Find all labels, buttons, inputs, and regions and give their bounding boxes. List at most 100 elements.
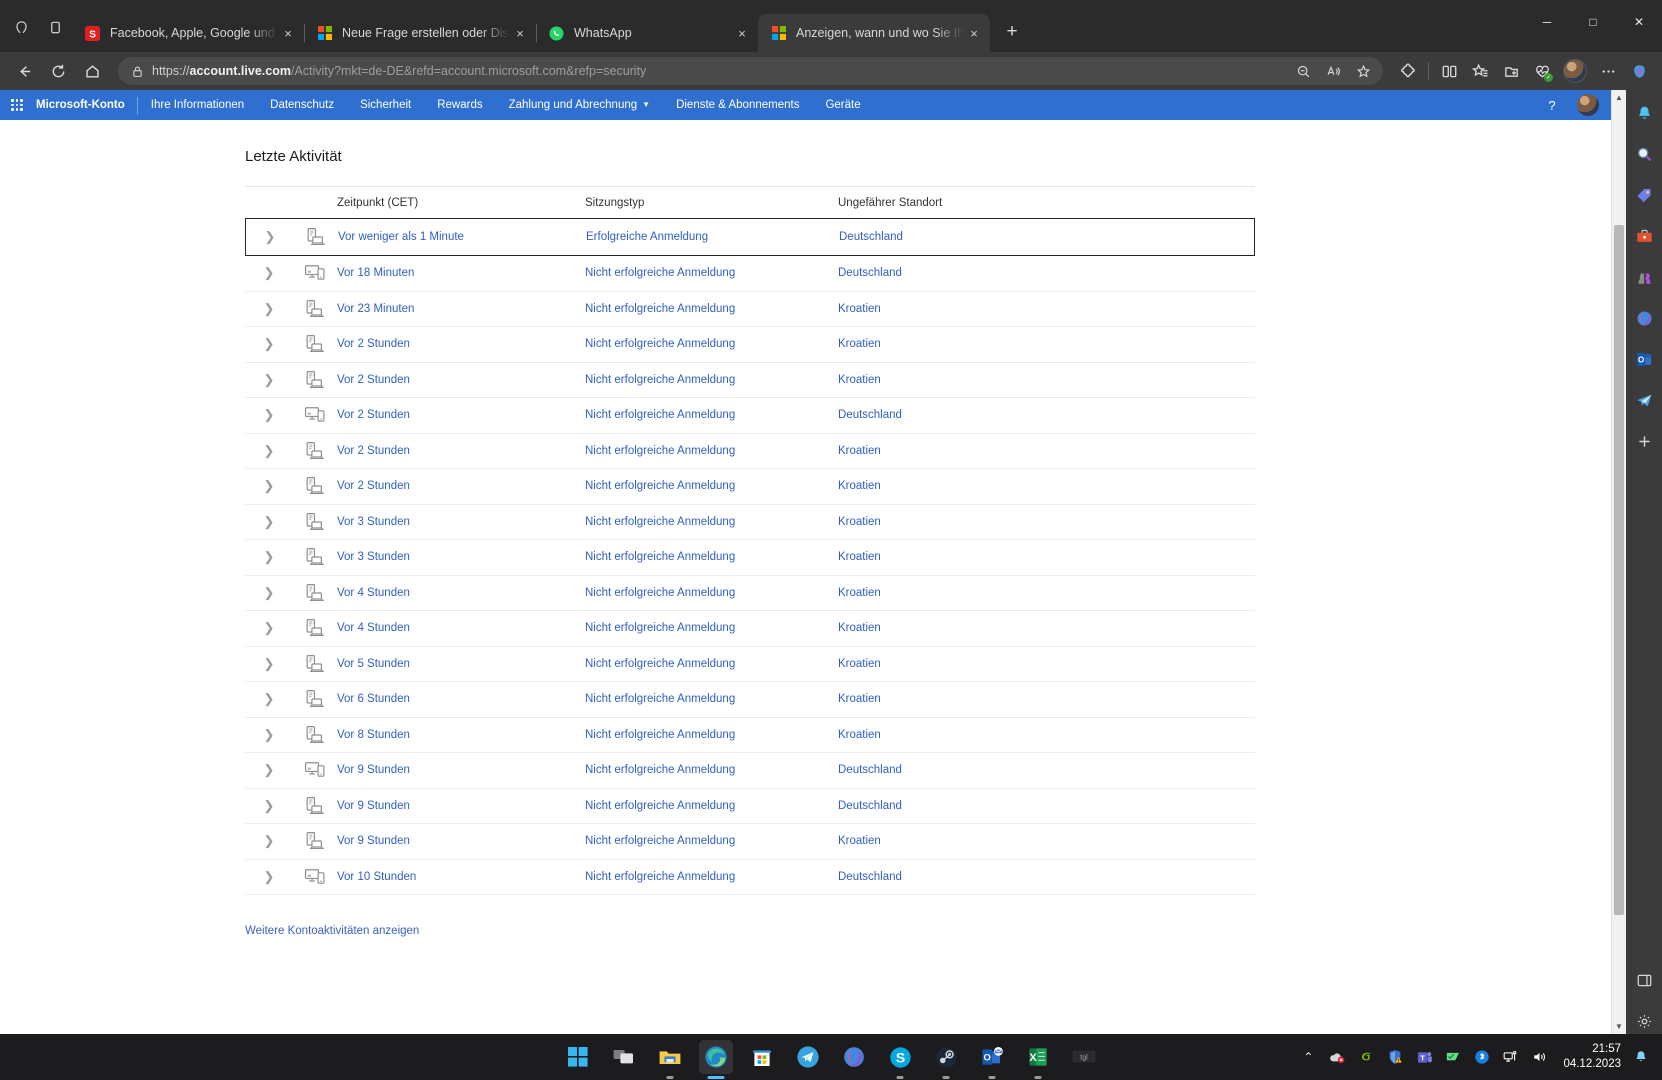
table-row[interactable]: ❯ Vor 8 Stunden Nicht erfolgreiche Anmeldu… <box>245 718 1255 753</box>
table-row[interactable]: ❯ Vor 3 Stunden Nicht erfolgreiche Anmeldu… <box>245 505 1255 540</box>
table-row[interactable]: ❯ Vor 4 Stunden Nicht erfolgreiche Anmeldu… <box>245 611 1255 647</box>
favorites-icon[interactable] <box>1465 56 1495 86</box>
shopping-tag-icon[interactable] <box>1631 182 1657 208</box>
activity-location-link[interactable]: Kroatien <box>838 374 881 386</box>
nav-item-geraete[interactable]: Geräte <box>812 90 873 120</box>
outlook-icon[interactable]: O <box>975 1040 1009 1079</box>
help-icon[interactable]: ? <box>1539 90 1565 120</box>
pinned-app-icon[interactable]: tgl <box>1067 1040 1101 1074</box>
tab-search-icon[interactable] <box>38 7 72 47</box>
activity-time-link[interactable]: Vor 4 Stunden <box>337 622 410 634</box>
activity-type-link[interactable]: Nicht erfolgreiche Anmeldung <box>585 551 735 563</box>
outlook-icon[interactable]: O <box>1631 346 1657 372</box>
activity-location-link[interactable]: Kroatien <box>838 658 881 670</box>
table-row[interactable]: ❯ Vor 2 Stunden Nicht erfolgreiche Anmeldu… <box>245 434 1255 469</box>
network-icon[interactable] <box>1501 1046 1521 1068</box>
table-row[interactable]: ❯ Vor 5 Stunden Nicht erfolgreiche Anmeldu… <box>245 647 1255 682</box>
profile-avatar[interactable] <box>1563 59 1587 83</box>
sidebar-settings-icon[interactable] <box>1631 1008 1657 1034</box>
telegram-icon[interactable] <box>791 1040 825 1074</box>
tab-actions-icon[interactable] <box>4 7 38 47</box>
expand-row-icon[interactable]: ❯ <box>245 336 293 352</box>
table-row[interactable]: ❯ Vor 23 Minuten Nicht erfolgreiche Anmeld… <box>245 292 1255 327</box>
microsoft-365-icon[interactable] <box>1631 305 1657 331</box>
expand-row-icon[interactable]: ❯ <box>245 478 293 494</box>
taskbar-clock[interactable]: 21:57 04.12.2023 <box>1563 1042 1621 1072</box>
activity-type-link[interactable]: Nicht erfolgreiche Anmeldung <box>585 480 735 492</box>
activity-time-link[interactable]: Vor 10 Stunden <box>337 871 416 883</box>
start-button[interactable] <box>561 1040 595 1074</box>
activity-type-link[interactable]: Nicht erfolgreiche Anmeldung <box>585 764 735 776</box>
telegram-icon[interactable] <box>1631 387 1657 413</box>
volume-icon[interactable] <box>1530 1046 1550 1068</box>
activity-time-link[interactable]: Vor 5 Stunden <box>337 658 410 670</box>
onedrive-error-icon[interactable] <box>1327 1046 1347 1068</box>
activity-type-link[interactable]: Nicht erfolgreiche Anmeldung <box>585 693 735 705</box>
expand-row-icon[interactable]: ❯ <box>245 762 293 778</box>
activity-type-link[interactable]: Nicht erfolgreiche Anmeldung <box>585 445 735 457</box>
scroll-down-icon[interactable]: ▼ <box>1615 1019 1623 1034</box>
expand-row-icon[interactable]: ❯ <box>245 407 293 423</box>
expand-row-icon[interactable]: ❯ <box>245 265 293 281</box>
activity-time-link[interactable]: Vor 2 Stunden <box>337 409 410 421</box>
home-icon[interactable] <box>76 56 108 86</box>
activity-time-link[interactable]: Vor 9 Stunden <box>337 764 410 776</box>
account-avatar[interactable] <box>1577 94 1599 116</box>
favorite-star-icon[interactable] <box>1349 58 1377 84</box>
activity-location-link[interactable]: Deutschland <box>838 409 902 421</box>
activity-type-link[interactable]: Nicht erfolgreiche Anmeldung <box>585 303 735 315</box>
expand-row-icon[interactable]: ❯ <box>245 833 293 849</box>
activity-time-link[interactable]: Vor 23 Minuten <box>337 303 414 315</box>
read-aloud-icon[interactable] <box>1319 58 1347 84</box>
nvidia-icon[interactable] <box>1356 1046 1376 1068</box>
activity-location-link[interactable]: Kroatien <box>838 587 881 599</box>
activity-type-link[interactable]: Nicht erfolgreiche Anmeldung <box>585 835 735 847</box>
task-view-button[interactable] <box>607 1040 641 1074</box>
activity-location-link[interactable]: Deutschland <box>838 871 902 883</box>
activity-time-link[interactable]: Vor 3 Stunden <box>337 516 410 528</box>
browser-tab-3[interactable]: WhatsApp × <box>536 14 758 52</box>
activity-time-link[interactable]: Vor weniger als 1 Minute <box>338 231 464 243</box>
scrollbar-track[interactable] <box>1612 105 1626 1019</box>
file-explorer-icon[interactable] <box>653 1040 687 1079</box>
activity-type-link[interactable]: Nicht erfolgreiche Anmeldung <box>585 622 735 634</box>
table-row[interactable]: ❯ Vor 6 Stunden Nicht erfolgreiche Anmeldu… <box>245 682 1255 718</box>
nav-item-rewards[interactable]: Rewards <box>424 90 495 120</box>
microsoft-365-icon[interactable] <box>837 1040 871 1074</box>
sidebar-toggle-icon[interactable] <box>1631 967 1657 993</box>
table-row[interactable]: ❯ Vor weniger als 1 Minute Erfolgreiche An… <box>245 218 1255 256</box>
tab-close-icon[interactable]: × <box>964 23 984 43</box>
browser-tab-2[interactable]: Neue Frage erstellen oder Diskus × <box>304 14 536 52</box>
expand-row-icon[interactable]: ❯ <box>245 301 293 317</box>
nav-item-dienste-abonnements[interactable]: Dienste & Abonnements <box>663 90 812 120</box>
activity-type-link[interactable]: Nicht erfolgreiche Anmeldung <box>585 516 735 528</box>
activity-time-link[interactable]: Vor 3 Stunden <box>337 551 410 563</box>
browser-tab-4[interactable]: Anzeigen, wann und wo Sie Ihr K × <box>758 14 990 52</box>
edge-browser-icon[interactable] <box>699 1040 733 1079</box>
expand-row-icon[interactable]: ❯ <box>245 585 293 601</box>
table-row[interactable]: ❯ Vor 9 Stunden Nicht erfolgreiche Anmeldu… <box>245 753 1255 789</box>
tools-briefcase-icon[interactable] <box>1631 223 1657 249</box>
table-row[interactable]: ❯ Vor 9 Stunden Nicht erfolgreiche Anmeldu… <box>245 789 1255 824</box>
activity-time-link[interactable]: Vor 8 Stunden <box>337 729 410 741</box>
activity-type-link[interactable]: Nicht erfolgreiche Anmeldung <box>585 587 735 599</box>
expand-row-icon[interactable]: ❯ <box>245 443 293 459</box>
add-sidebar-icon[interactable] <box>1631 428 1657 454</box>
activity-type-link[interactable]: Nicht erfolgreiche Anmeldung <box>585 267 735 279</box>
expand-row-icon[interactable]: ❯ <box>245 727 293 743</box>
activity-time-link[interactable]: Vor 2 Stunden <box>337 480 410 492</box>
activity-location-link[interactable]: Deutschland <box>839 231 903 243</box>
activity-type-link[interactable]: Nicht erfolgreiche Anmeldung <box>585 800 735 812</box>
back-icon[interactable] <box>8 56 40 86</box>
activity-location-link[interactable]: Kroatien <box>838 445 881 457</box>
activity-location-link[interactable]: Kroatien <box>838 693 881 705</box>
activity-location-link[interactable]: Kroatien <box>838 338 881 350</box>
activity-time-link[interactable]: Vor 2 Stunden <box>337 445 410 457</box>
activity-type-link[interactable]: Nicht erfolgreiche Anmeldung <box>585 658 735 670</box>
activity-time-link[interactable]: Vor 9 Stunden <box>337 800 410 812</box>
activity-location-link[interactable]: Kroatien <box>838 551 881 563</box>
activity-location-link[interactable]: Kroatien <box>838 729 881 741</box>
skype-icon[interactable]: S <box>883 1040 917 1079</box>
activity-location-link[interactable]: Kroatien <box>838 303 881 315</box>
nav-item-ihre-informationen[interactable]: Ihre Informationen <box>138 90 257 120</box>
